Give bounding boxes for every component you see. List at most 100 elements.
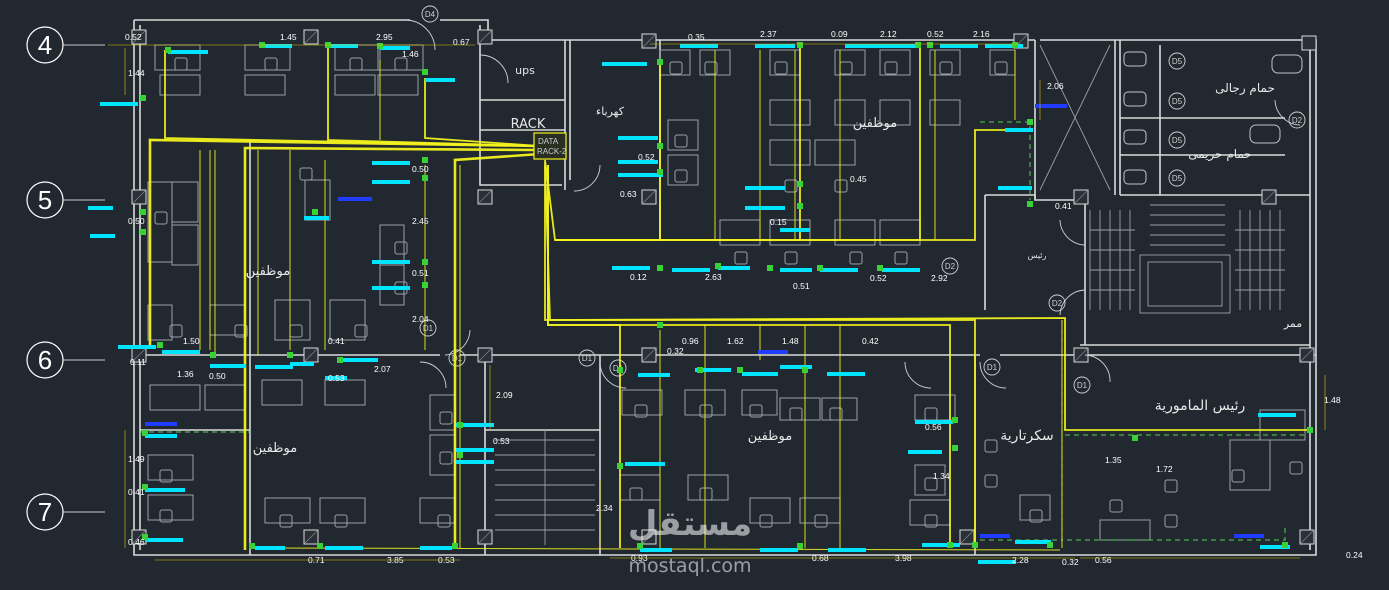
dimension-label: 0.50 bbox=[209, 371, 226, 381]
dimension-label: 1.72 bbox=[1156, 464, 1173, 474]
dimension-label: 0.67 bbox=[453, 37, 470, 47]
dimension-label: 0.50 bbox=[412, 164, 429, 174]
dimension-label: 0.56 bbox=[925, 422, 942, 432]
data-outlet bbox=[340, 358, 378, 362]
outlet-node bbox=[767, 265, 773, 271]
dimension-label: 0.50 bbox=[128, 216, 145, 226]
dimension-label: 2.28 bbox=[1012, 555, 1029, 565]
outlet-node bbox=[617, 367, 623, 373]
outlet-node bbox=[802, 367, 808, 373]
data-outlet bbox=[325, 546, 363, 550]
door-tag: D5 bbox=[1172, 136, 1183, 145]
dimension-label: 0.63 bbox=[620, 189, 637, 199]
dimension-label: 0.52 bbox=[927, 29, 944, 39]
outlet-node bbox=[952, 417, 958, 423]
data-outlet bbox=[328, 44, 358, 48]
outlet-node bbox=[797, 181, 803, 187]
data-outlet bbox=[742, 372, 778, 376]
outlet-node bbox=[1282, 542, 1288, 548]
data-outlet bbox=[90, 234, 115, 238]
data-outlet bbox=[612, 266, 650, 270]
outlet-node bbox=[877, 265, 883, 271]
room-label-rack: RACK bbox=[511, 117, 546, 132]
dimension-label: 2.16 bbox=[973, 29, 990, 39]
data-outlet bbox=[372, 260, 410, 264]
dimension-label: 2.12 bbox=[880, 29, 897, 39]
data-outlet bbox=[638, 373, 670, 377]
dimension-label: 0.46 bbox=[128, 537, 145, 547]
room-label-ups: ups bbox=[515, 64, 535, 77]
data-outlet bbox=[718, 266, 750, 270]
data-outlet bbox=[978, 560, 1016, 564]
data-outlet bbox=[618, 173, 663, 177]
outlet-node bbox=[1027, 201, 1033, 207]
dimension-label: 1.35 bbox=[1105, 455, 1122, 465]
outlet-node bbox=[457, 452, 463, 458]
outlet-node bbox=[697, 367, 703, 373]
data-rack-label-2: RACK-2 bbox=[537, 147, 567, 156]
outlet-node bbox=[657, 143, 663, 149]
voice-outlet bbox=[145, 422, 177, 426]
data-outlet bbox=[372, 286, 410, 290]
door-tag: D5 bbox=[1172, 174, 1183, 183]
dimension-label: 1.48 bbox=[1324, 395, 1341, 405]
data-outlet bbox=[908, 450, 942, 454]
data-outlet bbox=[100, 102, 138, 106]
dimension-label: 1.34 bbox=[933, 471, 950, 481]
grid-label-7: 7 bbox=[38, 497, 52, 527]
dimension-label: 0.32 bbox=[667, 346, 684, 356]
data-outlet bbox=[210, 364, 246, 368]
room-label-womens-wc: حمام حريمى bbox=[1188, 147, 1252, 162]
outlet-node bbox=[1307, 427, 1313, 433]
outlet-node bbox=[952, 445, 958, 451]
dimension-label: 0.24 bbox=[1346, 550, 1363, 560]
watermark-arabic: مستقل bbox=[628, 504, 752, 544]
data-outlet bbox=[372, 180, 410, 184]
dimension-label: 0.52 bbox=[870, 273, 887, 283]
outlet-node bbox=[422, 175, 428, 181]
data-rack-label-1: DATA bbox=[538, 137, 559, 146]
data-outlet bbox=[304, 216, 329, 220]
data-outlet bbox=[145, 434, 177, 438]
door-tag: D1 bbox=[1077, 381, 1088, 390]
data-outlet bbox=[780, 228, 810, 232]
outlet-node bbox=[140, 209, 146, 215]
outlet-node bbox=[157, 342, 163, 348]
outlet-node bbox=[1012, 42, 1018, 48]
dimension-label: 1.46 bbox=[402, 49, 419, 59]
data-outlet bbox=[745, 206, 785, 210]
door-tag: D4 bbox=[425, 10, 436, 19]
outlet-node bbox=[422, 282, 428, 288]
outlet-node bbox=[422, 157, 428, 163]
dimension-label: 0.42 bbox=[862, 336, 879, 346]
door-tag: D5 bbox=[1172, 57, 1183, 66]
dimension-label: 0.09 bbox=[831, 29, 848, 39]
outlet-node bbox=[165, 47, 171, 53]
data-outlet bbox=[262, 44, 292, 48]
outlet-node bbox=[657, 169, 663, 175]
room-label-secretary: سكرتارية bbox=[1000, 428, 1054, 444]
room-label-small-office: رئيس bbox=[1028, 251, 1047, 260]
data-outlet bbox=[882, 268, 920, 272]
dimension-label: 0.12 bbox=[630, 272, 647, 282]
watermark: مستقل mostaql.com bbox=[628, 504, 752, 577]
outlet-node bbox=[249, 543, 255, 549]
data-outlet bbox=[755, 44, 795, 48]
data-outlet bbox=[625, 462, 665, 466]
door-tag: D5 bbox=[1172, 97, 1183, 106]
data-outlet bbox=[618, 136, 658, 140]
outlet-node bbox=[817, 265, 823, 271]
door-tag: D1 bbox=[423, 324, 434, 333]
data-outlet bbox=[940, 44, 978, 48]
dimension-label: 1.48 bbox=[782, 336, 799, 346]
outlet-node bbox=[1047, 542, 1053, 548]
dimension-label: 0.41 bbox=[128, 487, 145, 497]
outlet-node bbox=[317, 543, 323, 549]
data-outlet bbox=[820, 268, 858, 272]
dimension-label: 1.44 bbox=[128, 68, 145, 78]
dimension-label: 0.56 bbox=[1095, 555, 1112, 565]
grid-label-4: 4 bbox=[38, 30, 52, 60]
data-outlet bbox=[845, 44, 883, 48]
data-outlet bbox=[456, 460, 494, 464]
voice-outlet bbox=[338, 197, 372, 201]
